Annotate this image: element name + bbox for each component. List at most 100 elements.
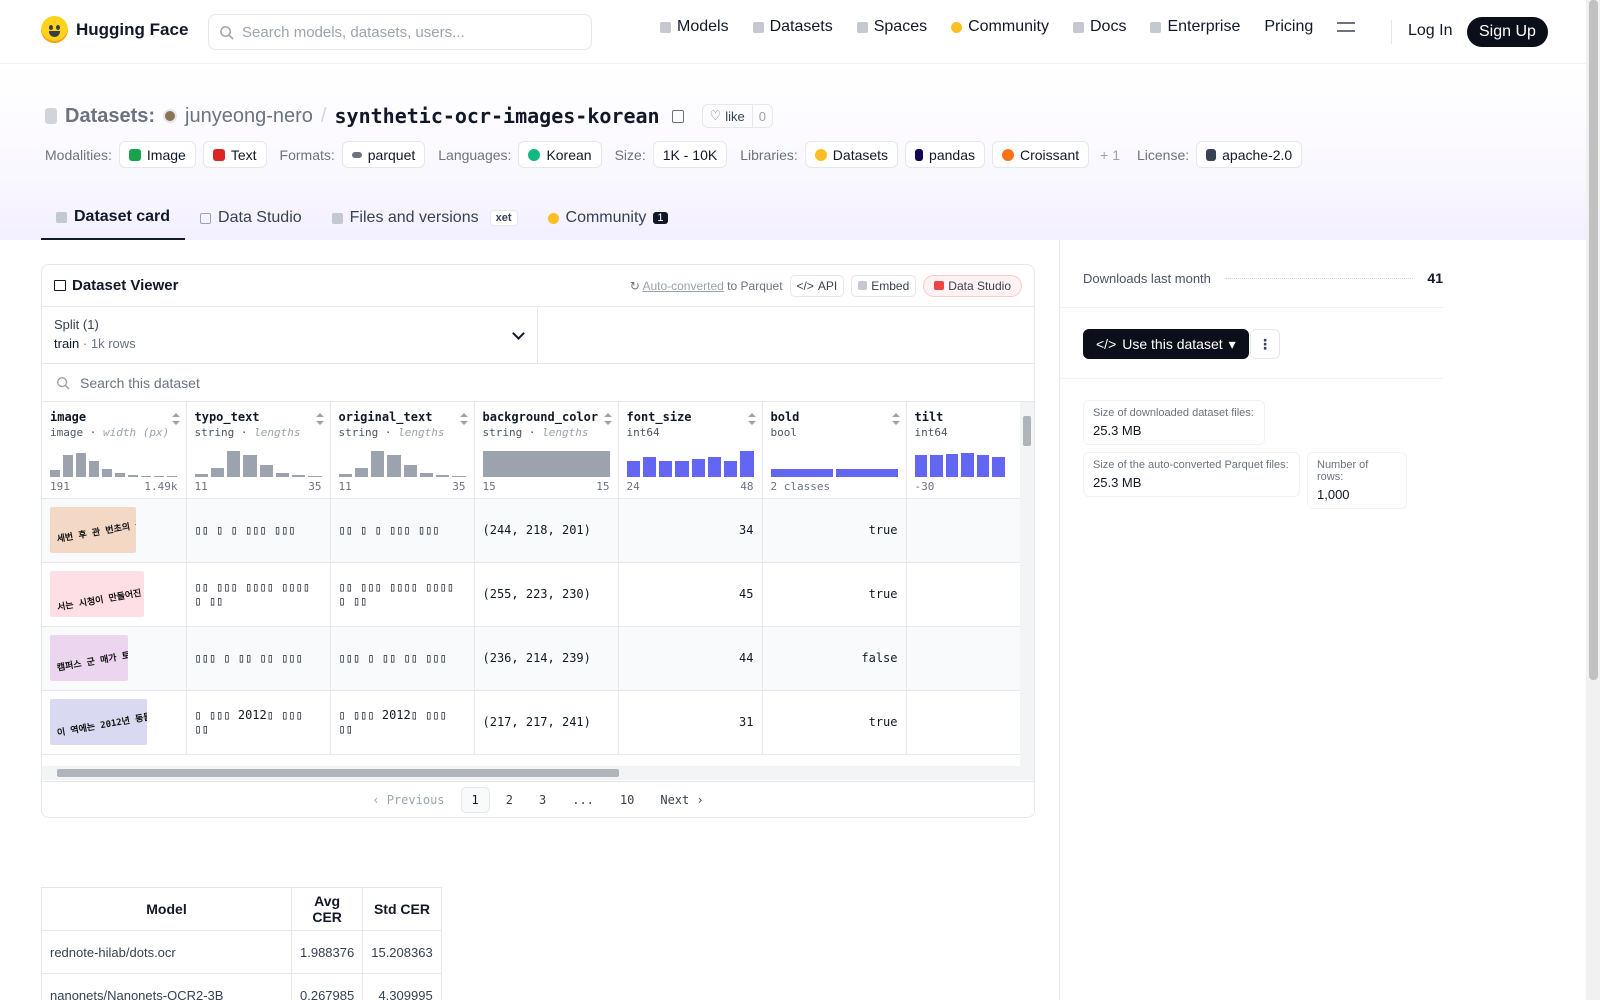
results-header-avg-cer: Avg CER: [290, 887, 364, 931]
repo-name[interactable]: synthetic-ocr-images-korean: [334, 104, 659, 128]
nav-more-menu[interactable]: [1337, 22, 1356, 32]
tag-croissant[interactable]: Croissant: [991, 141, 1090, 168]
column-header-bold[interactable]: bold bool 2 classes: [762, 402, 907, 499]
brand-name: Hugging Face: [76, 19, 189, 39]
sort-icon[interactable]: [603, 413, 612, 425]
tag-pandas[interactable]: pandas: [905, 141, 985, 168]
row-count-stat: Number of rows: 1,000: [1307, 452, 1407, 509]
results-header-std-cer: Std CER: [362, 887, 442, 931]
data-grid: image image · width (px) 191 1.49k typo_t…: [42, 402, 1034, 780]
embed-button[interactable]: Embed: [851, 274, 917, 297]
dataset-search[interactable]: [42, 364, 1034, 402]
auto-converted-note[interactable]: ↻ Auto-converted to Parquet: [630, 279, 783, 293]
tag-parquet[interactable]: parquet: [341, 141, 426, 168]
nav-divider: [1391, 20, 1392, 44]
sort-icon[interactable]: [891, 413, 900, 425]
parquet-icon: [351, 151, 362, 158]
page-button-2[interactable]: 2: [496, 788, 523, 812]
column-header-tilt[interactable]: tilt int64 -30: [906, 402, 1034, 499]
sort-icon[interactable]: [315, 413, 324, 425]
nav-community[interactable]: Community: [951, 18, 1049, 36]
row-image[interactable]: 캠퍼스 군 매가 토를 미상국: [50, 635, 128, 681]
cer-results-table: Model Avg CER Std CER rednote-hilab/dots…: [41, 887, 442, 1000]
tag-size[interactable]: 1K - 10K: [652, 141, 728, 168]
horizontal-scrollbar[interactable]: [42, 766, 1022, 780]
login-link[interactable]: Log In: [1408, 22, 1452, 40]
book-icon: [1073, 21, 1084, 33]
menu-icon: [1337, 22, 1356, 32]
row-image[interactable]: 이 역에는 2012년 동물는 구제: [50, 699, 147, 745]
column-header-font-size[interactable]: font_size int64 24 48: [618, 402, 763, 499]
image-icon: [128, 148, 141, 161]
column-header-original-text[interactable]: original_text string · lengths 11 35: [330, 402, 475, 499]
community-icon: [547, 212, 559, 224]
api-button[interactable]: </> API: [789, 274, 845, 297]
like-button[interactable]: ♡ like 0: [701, 104, 773, 128]
global-search[interactable]: [208, 14, 592, 50]
global-search-input[interactable]: [242, 23, 572, 41]
dataset-search-input[interactable]: [80, 374, 480, 391]
hugging-face-logo-icon: [41, 16, 68, 43]
table-row[interactable]: 서는 시청이 만들어진 시인으로 흐릅니 ▯▯ ▯▯▯ ▯▯▯▯ ▯▯▯▯ ▯ …: [42, 562, 1034, 627]
tab-community[interactable]: Community 1: [533, 196, 683, 240]
next-page-button[interactable]: Next ›: [650, 788, 713, 812]
table-row[interactable]: 세번 후 관 번초의 물류스 ▯▯ ▯ ▯ ▯▯▯ ▯▯▯ ▯▯ ▯ ▯ ▯▯▯…: [42, 498, 1034, 563]
nav-models[interactable]: Models: [660, 18, 729, 36]
tag-image[interactable]: Image: [118, 141, 196, 168]
page-scrollbar[interactable]: [1586, 0, 1600, 1000]
page-button-3[interactable]: 3: [529, 788, 556, 812]
nav-pricing[interactable]: Pricing: [1264, 18, 1313, 36]
row-image[interactable]: 세번 후 관 번초의 물류스: [50, 507, 136, 553]
breadcrumb-separator: /: [320, 104, 327, 127]
pandas-icon: [915, 148, 924, 161]
data-studio-button[interactable]: Data Studio: [923, 274, 1022, 297]
more-libraries[interactable]: + 1: [1100, 147, 1120, 163]
sort-icon[interactable]: [171, 413, 180, 425]
nav-enterprise[interactable]: Enterprise: [1150, 18, 1240, 36]
histogram: [194, 450, 322, 477]
table-icon: [200, 212, 212, 224]
more-options-button[interactable]: ⋮: [1250, 329, 1280, 359]
tag-license[interactable]: apache-2.0: [1196, 141, 1303, 168]
enterprise-icon: [1150, 21, 1162, 33]
nav-datasets[interactable]: Datasets: [752, 18, 833, 36]
histogram: [482, 450, 610, 477]
hf-logo[interactable]: Hugging Face: [41, 16, 188, 43]
tag-text[interactable]: Text: [202, 141, 267, 168]
download-size-stat: Size of downloaded dataset files: 25.3 MB: [1083, 400, 1265, 445]
vertical-scrollbar[interactable]: [1020, 402, 1034, 780]
page-button-10[interactable]: 10: [610, 788, 644, 812]
table-icon: [54, 280, 66, 291]
globe-icon: [528, 148, 541, 161]
column-header-typo-text[interactable]: typo_text string · lengths 11 35: [186, 402, 331, 499]
avatar: [163, 109, 178, 123]
dataset-viewer: Dataset Viewer ↻ Auto-converted to Parqu…: [41, 264, 1035, 818]
tab-dataset-card[interactable]: Dataset card: [41, 196, 186, 240]
nav-docs[interactable]: Docs: [1073, 18, 1126, 36]
xet-badge: xet: [489, 210, 518, 226]
column-header-image[interactable]: image image · width (px) 191 1.49k: [42, 402, 187, 499]
signup-button[interactable]: Sign Up: [1467, 17, 1548, 47]
tab-data-studio[interactable]: Data Studio: [185, 196, 317, 240]
column-header-background-color[interactable]: background_color string · lengths 15 15: [474, 402, 619, 499]
tab-files[interactable]: Files and versions xet: [317, 196, 533, 240]
tag-korean[interactable]: Korean: [518, 141, 602, 168]
split-selector[interactable]: Split (1) train · 1k rows: [42, 307, 538, 363]
community-count-badge: 1: [653, 212, 668, 224]
tag-datasets-lib[interactable]: Datasets: [804, 141, 899, 168]
code-icon: </>: [1096, 336, 1117, 352]
table-row[interactable]: 캠퍼스 군 매가 토를 미상국 ▯▯▯ ▯ ▯▯ ▯▯ ▯▯▯ ▯▯▯ ▯ ▯▯…: [42, 626, 1034, 691]
use-this-dataset-button[interactable]: </> Use this dataset ▾: [1083, 329, 1249, 359]
sort-icon[interactable]: [747, 413, 756, 425]
copy-icon[interactable]: [671, 109, 684, 123]
repo-title: Datasets: junyeong-nero / synthetic-ocr-…: [45, 104, 773, 128]
page-button-1[interactable]: 1: [460, 786, 490, 813]
repo-owner[interactable]: junyeong-nero: [185, 105, 313, 128]
previous-page-button[interactable]: ‹ Previous: [362, 788, 454, 812]
table-row[interactable]: 이 역에는 2012년 동물는 구제 ▯ ▯▯▯ 2012▯ ▯▯▯ ▯▯ ▯ …: [42, 690, 1034, 755]
nav-spaces[interactable]: Spaces: [856, 18, 927, 36]
row-image[interactable]: 서는 시청이 만들어진 시인으로 흐릅니: [50, 571, 144, 617]
breadcrumb-datasets[interactable]: Datasets:: [65, 105, 155, 128]
sort-icon[interactable]: [459, 413, 468, 425]
repo-tags: Modalities: Image Text Formats: parquet …: [45, 141, 1303, 168]
